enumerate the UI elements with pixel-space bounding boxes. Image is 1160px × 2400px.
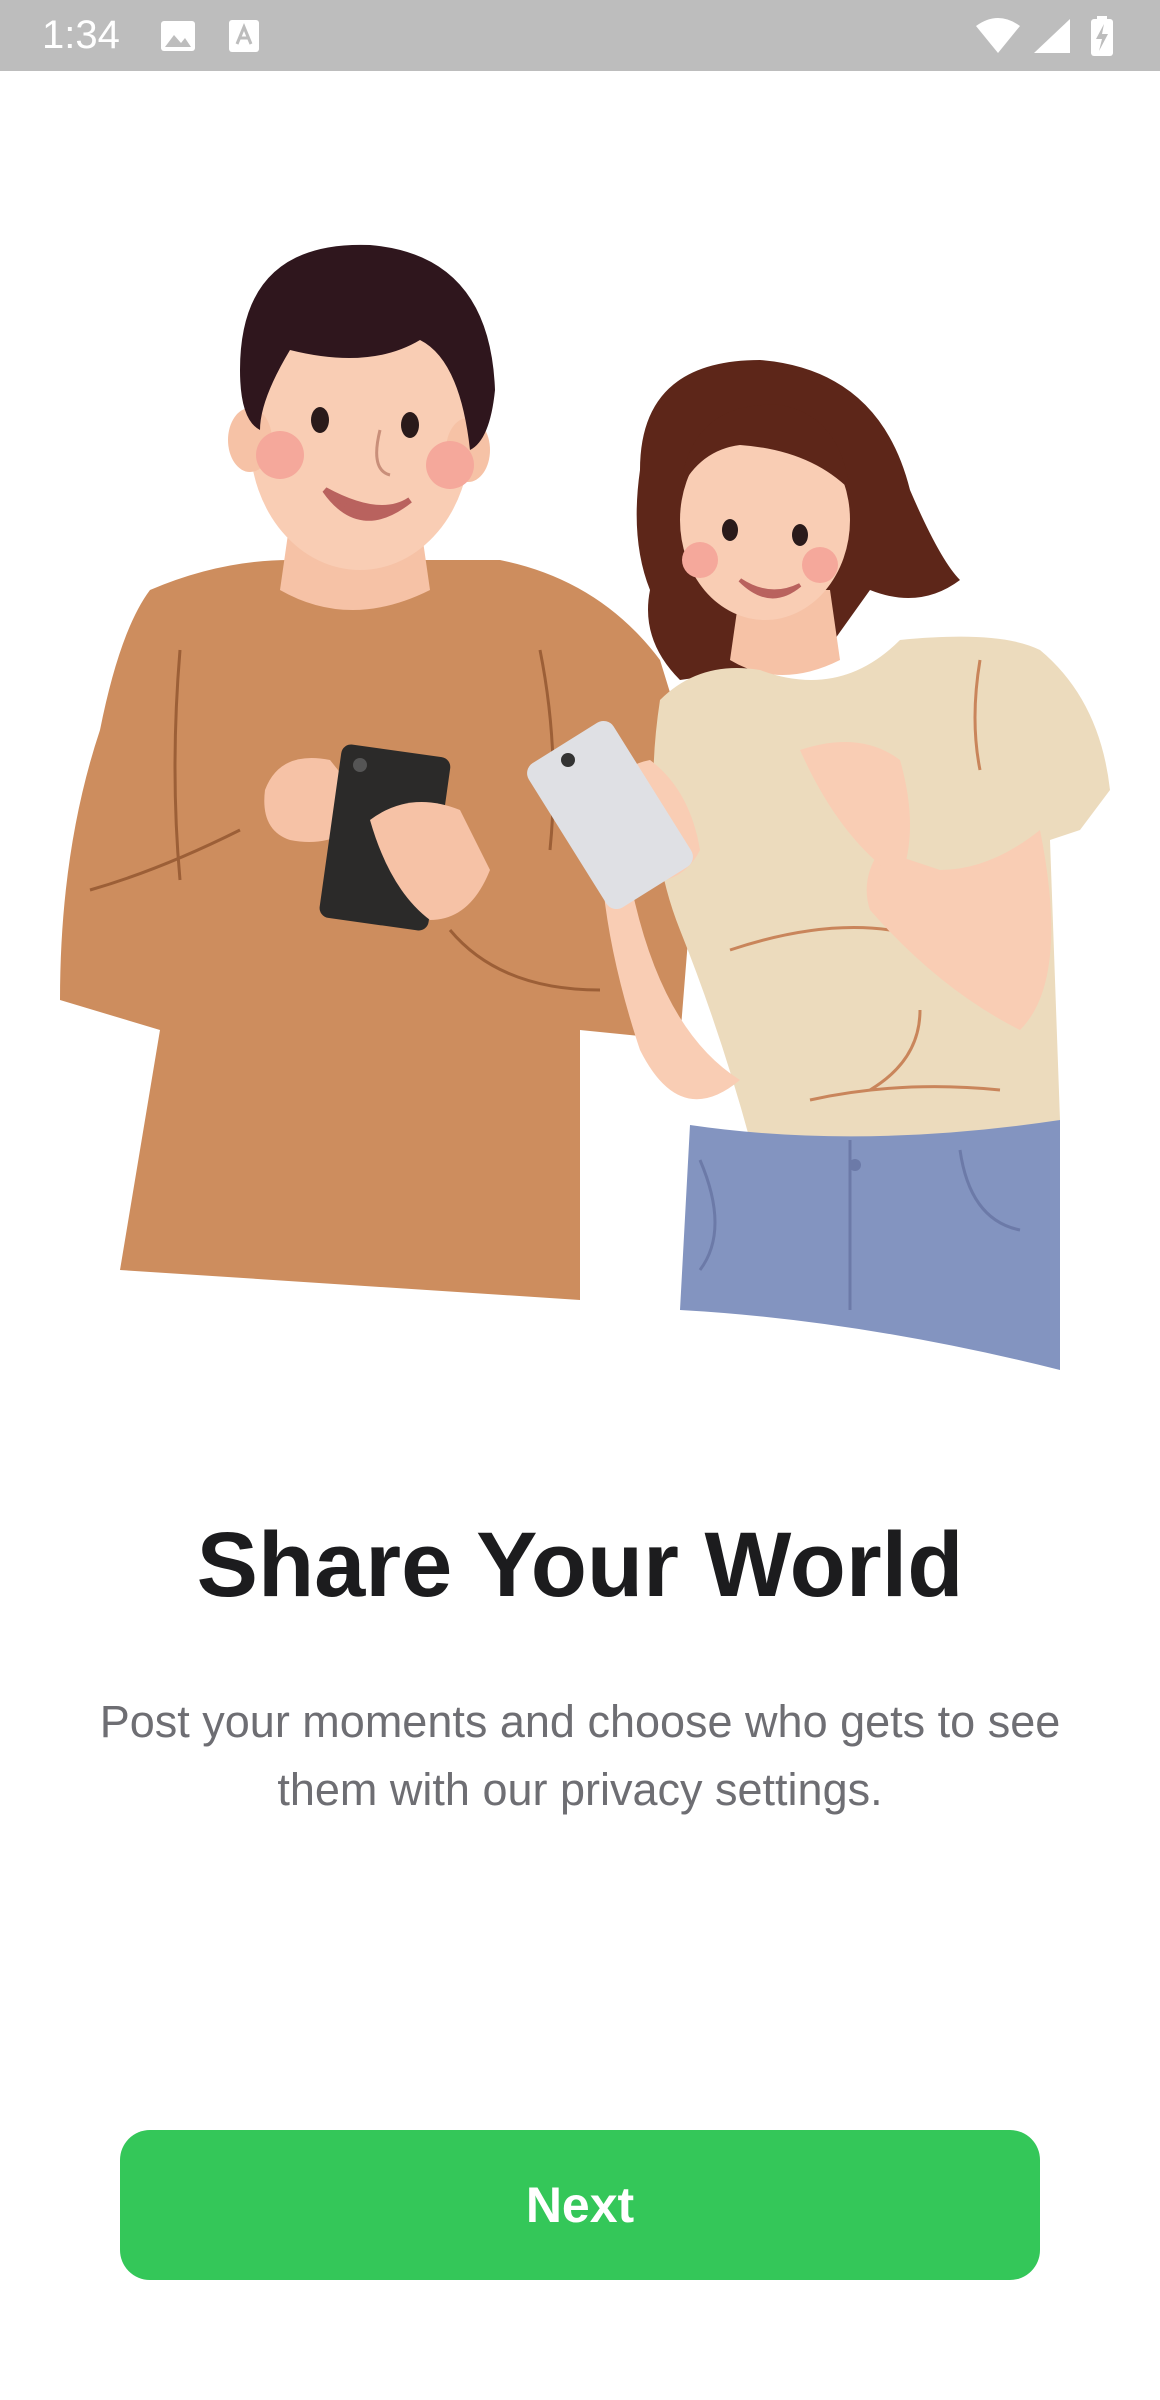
- text-a-icon: [228, 0, 260, 71]
- battery-charging-icon: [1090, 0, 1114, 71]
- status-bar: 1:34: [0, 0, 1160, 71]
- onboarding-illustration: [40, 230, 1120, 1380]
- page-title: Share Your World: [196, 1514, 964, 1616]
- next-button[interactable]: Next: [120, 2130, 1040, 2280]
- image-icon: [160, 0, 196, 71]
- wifi-icon: [975, 0, 1021, 71]
- page-subtitle: Post your moments and choose who gets to…: [99, 1696, 1061, 1815]
- status-time: 1:34: [42, 13, 120, 57]
- signal-icon: [1033, 0, 1071, 71]
